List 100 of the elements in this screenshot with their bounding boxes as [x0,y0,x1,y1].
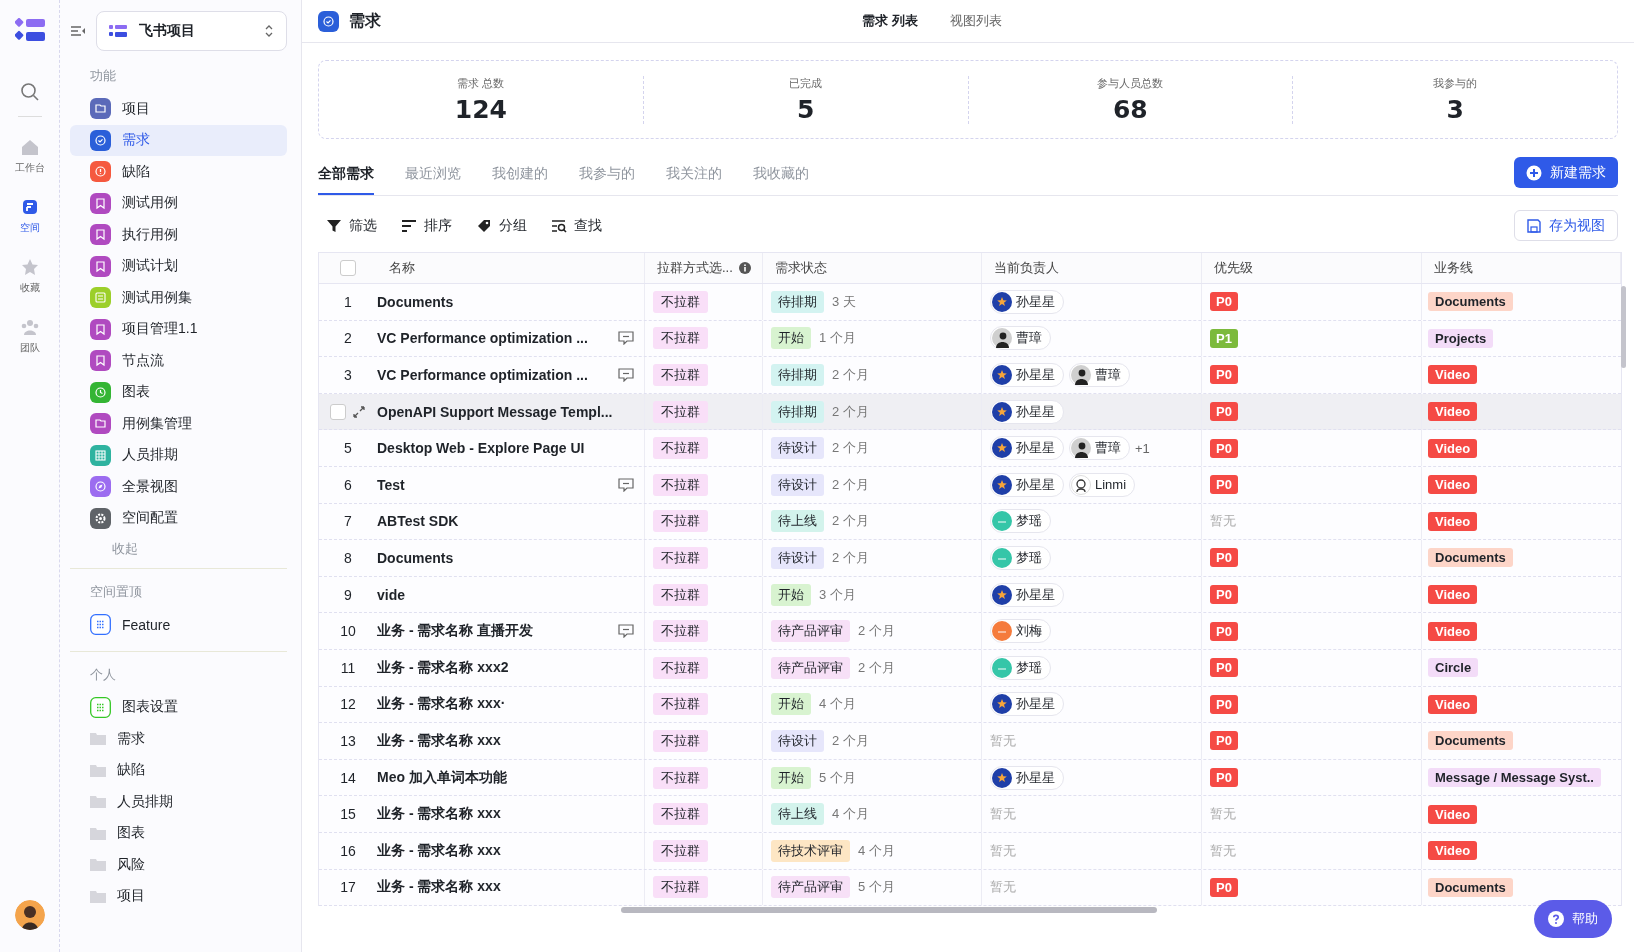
rail-tab[interactable]: 空间 [19,197,40,235]
column-header[interactable]: 优先级 [1214,259,1253,277]
sidebar-item[interactable]: 人员排期 [70,786,287,818]
rail-label: 团队 [19,341,40,355]
owner-chip[interactable]: 孙星星 [990,436,1064,461]
sidebar-item[interactable]: 缺陷 [70,754,287,786]
column-header[interactable]: 需求状态 [775,259,827,277]
more-count: +1 [1135,440,1150,456]
sidebar-item[interactable]: 测试计划 [70,250,287,282]
item-name[interactable]: OpenAPI Support Message Templ... [377,403,613,420]
column-header[interactable]: 业务线 [1434,259,1473,277]
owner-chip[interactable]: 孙星星 [990,582,1064,607]
toolbar-button[interactable]: 排序 [401,212,452,239]
search-icon [19,82,40,102]
item-name[interactable]: ABTest SDK [377,513,459,530]
sidebar-item[interactable]: 节点流 [70,345,287,377]
group-tag: 不拉群 [653,364,708,386]
item-name[interactable]: Documents [377,293,454,310]
item-name[interactable]: 业务 - 需求名称 xxx [377,805,501,824]
sidebar-item[interactable]: 图表 [70,817,287,849]
row-number: 11 [340,659,356,676]
horizontal-scrollbar[interactable] [621,907,1157,914]
rail-tab[interactable]: 团队 [19,317,40,355]
duration: 4 个月 [858,841,895,860]
business-tag: Documents [1428,292,1513,312]
sidebar-item[interactable]: 测试用例集 [70,282,287,314]
sidebar-item[interactable]: 图表设置 [70,691,287,723]
view-tab[interactable]: 视图列表 [949,12,1002,30]
project-switcher[interactable]: 飞书项目 [96,11,287,51]
column-header[interactable]: 名称 [389,259,415,277]
user-avatar[interactable] [14,900,45,930]
item-name[interactable]: Desktop Web - Explore Page UI [377,440,585,457]
sidebar-item[interactable]: 人员排期 [70,439,287,471]
owner-chip[interactable]: 孙星星 [990,472,1064,497]
item-name[interactable]: vide [377,586,405,603]
item-name[interactable]: VC Performance optimization ... [377,330,588,347]
comment-icon [618,331,634,346]
item-name[interactable]: 业务 - 需求名称 直播开发 [377,622,534,641]
empty-value: 暂无 [1210,805,1236,824]
save-view-button[interactable]: 存为视图 [1514,210,1618,241]
item-name[interactable]: 业务 - 需求名称 xxx [377,731,501,750]
duration: 5 个月 [819,768,856,787]
info-icon [738,262,751,274]
sidebar-item[interactable]: 图表 [70,376,287,408]
item-name[interactable]: 业务 - 需求名称 xxx [377,841,501,860]
sidebar-item[interactable]: 用例集管理 [70,408,287,440]
column-header[interactable]: 当前负责人 [994,259,1059,277]
sidebar-item[interactable]: 需求 [70,723,287,755]
sidebar-item[interactable]: 执行用例 [70,219,287,251]
owner-chip[interactable]: 梦瑶 [990,545,1051,570]
toolbar-button[interactable]: 分组 [476,212,527,239]
sidebar-item[interactable]: 缺陷 [70,156,287,188]
page-title: 需求 [349,10,381,31]
owner-chip[interactable]: 孙星星 [990,399,1064,424]
item-name[interactable]: Meo 加入单词本功能 [377,768,507,787]
plus-icon [1526,164,1542,181]
column-header[interactable]: 拉群方式选... [657,259,733,277]
toolbar-button[interactable]: 查找 [551,212,602,239]
sidebar-item[interactable]: 需求 [70,124,287,156]
vertical-scrollbar[interactable] [1621,286,1626,368]
owner-chip[interactable]: 孙星星 [990,692,1064,717]
new-button[interactable]: 新建需求 [1514,157,1618,188]
item-name[interactable]: 业务 - 需求名称 xxx [377,878,501,897]
help-button[interactable]: 帮助 [1534,900,1612,938]
rail-tab[interactable]: 工作台 [14,137,45,175]
help-icon [1548,911,1564,927]
sidebar-item[interactable]: 全景视图 [70,471,287,503]
item-name[interactable]: Test [377,476,405,493]
section-title: 功能 [89,67,117,85]
owner-chip[interactable]: 曹璋 [1069,436,1130,461]
checkbox[interactable] [330,403,346,420]
item-name[interactable]: VC Performance optimization ... [377,367,588,383]
toolbar-button[interactable]: 筛选 [326,212,377,239]
checkbox[interactable] [340,260,356,276]
item-name[interactable]: 业务 - 需求名称 xxx· [377,695,506,714]
sidebar-item[interactable]: 风险 [70,849,287,881]
status-tag: 待设计 [771,729,824,752]
sidebar-item[interactable]: 测试用例 [70,187,287,219]
view-tab[interactable]: 需求 列表 [862,12,918,30]
item-name[interactable]: 业务 - 需求名称 xxx2 [377,658,509,677]
sidebar-item[interactable]: Feature [70,609,287,641]
tab[interactable]: 全部需求 [318,159,374,195]
sidebar-item[interactable]: 空间配置 [70,502,287,534]
owner-chip[interactable]: 曹璋 [990,326,1051,351]
owner-chip[interactable]: 曹璋 [1069,363,1130,387]
owner-chip[interactable]: 刘梅 [990,619,1051,644]
item-name[interactable]: Documents [377,549,454,566]
sidebar-item[interactable]: 项目 [70,880,287,912]
owner-chip[interactable]: 梦瑶 [990,655,1051,680]
owner-chip[interactable]: 孙星星 [990,765,1064,790]
owner-chip[interactable]: 孙星星 [990,289,1064,314]
business-tag: Video [1428,475,1478,495]
sidebar-item[interactable]: 项目 [70,93,287,125]
sidebar-item[interactable]: 项目管理1.1 [70,313,287,345]
owner-chip[interactable]: Linmi [1069,472,1136,497]
owner-chip[interactable]: 梦瑶 [990,509,1051,534]
owner-chip[interactable]: 孙星星 [990,363,1064,387]
row-number: 10 [340,623,356,640]
rail-tab[interactable]: 收藏 [19,257,40,295]
collapse-icon [70,24,86,38]
